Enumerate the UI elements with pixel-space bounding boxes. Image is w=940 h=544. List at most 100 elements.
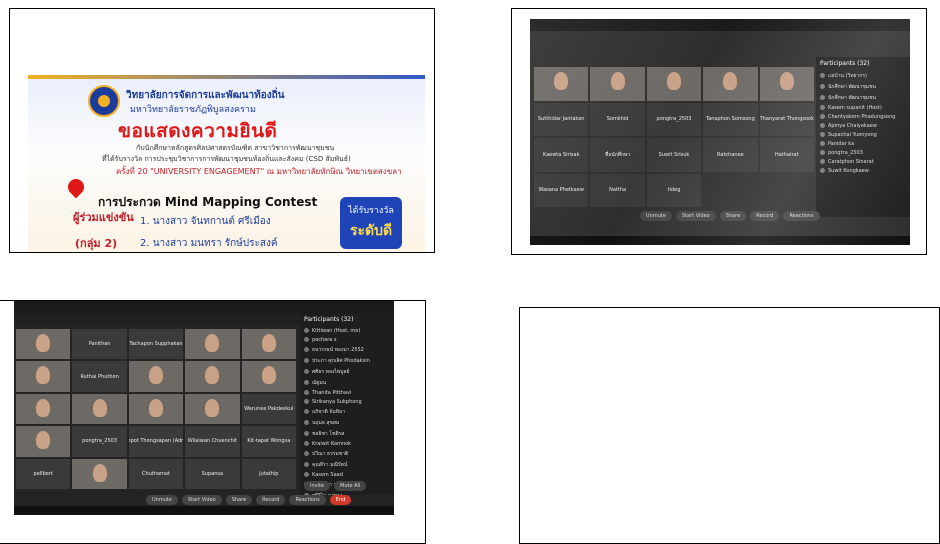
participant-name-tile[interactable]: tideg (646, 173, 702, 207)
invite-button[interactable]: Invite (304, 481, 331, 491)
participant-name-tile[interactable]: pellbert (16, 458, 71, 489)
share-button[interactable]: Share (225, 495, 253, 505)
participant-list-item[interactable]: Kasem supanit (Host) (816, 103, 910, 112)
participant-name-tile[interactable]: ชื่อนักศึกษา (590, 138, 645, 172)
participant-video-tile[interactable] (16, 329, 71, 360)
participant-list-item[interactable]: อภิชาติ จันทิมา (300, 406, 394, 417)
participant-list-item[interactable]: Thanita Pitthavi (300, 388, 394, 397)
participant-list-item[interactable]: ศศิธร ทองไพบูลย์ (300, 366, 394, 377)
participant-name-tile[interactable]: pongtra_2503 (72, 426, 127, 457)
participant-list-item[interactable]: Supachai Yuenyong (816, 130, 910, 139)
participant-name-tile[interactable]: Ratchanee (703, 138, 758, 172)
participant-video-tile[interactable] (128, 361, 184, 392)
participant-video-tile[interactable] (185, 361, 240, 392)
participant-name-tile[interactable]: Jutathip (241, 458, 296, 489)
participant-list-item[interactable]: นักศึกษา พัฒนาชุมชน (816, 92, 910, 103)
participant-video-tile[interactable] (703, 67, 758, 101)
participant-name: คุณธีรา มณีรัตน์ (312, 461, 348, 468)
participant-name: Supachai Yuenyong (828, 131, 877, 138)
participant-list-item[interactable]: Apinya Chaiyakaew (816, 121, 910, 130)
avatar (304, 462, 309, 467)
participant-list-item[interactable]: Sirikanya Sukphong (300, 397, 394, 406)
participant-list-item[interactable]: Kittiwan (Host, me) (300, 326, 394, 335)
avatar (304, 390, 309, 395)
record-button[interactable]: Record (256, 495, 286, 505)
participant-name-tile[interactable]: Sutthidar Jantakan (534, 102, 589, 136)
participant-name-tile[interactable]: Tanaphon Somsong (703, 102, 758, 136)
participant-list-item[interactable]: pachara s (300, 335, 394, 344)
participant-name-tile[interactable]: Chuthamat (128, 458, 184, 489)
record-button[interactable]: Record (750, 211, 780, 221)
avatar (820, 123, 825, 128)
participant-video-tile[interactable] (241, 361, 296, 392)
participant-list-item[interactable]: คุณธีรา มณีรัตน์ (300, 459, 394, 470)
share-button[interactable]: Share (719, 211, 747, 221)
participant-list-item[interactable]: แม่บ้าน (วิทยากร) (816, 70, 910, 81)
participant-name-tile[interactable]: Wilaiwan Chuenchit (185, 426, 240, 457)
participant-name-tile[interactable]: Sompot Thongsapan (Admin) (128, 426, 184, 457)
participant-name: แม่บ้าน (วิทยากร) (828, 72, 867, 79)
windows-taskbar (530, 236, 910, 245)
participant-list-item[interactable]: ชลธิชา โชติรส (300, 428, 394, 439)
participant-name-tile[interactable]: Warunee Pakdeekul (241, 393, 296, 425)
participant-video-tile[interactable] (590, 67, 645, 101)
start-video-button[interactable]: Start Video (181, 495, 222, 505)
participant-name-tile[interactable]: Tachapon Supphakan (128, 329, 184, 360)
participant-tile-name: ชื่อนักศึกษา (605, 151, 631, 158)
participant-list-item[interactable]: ณัฐมน (300, 377, 394, 388)
participant-video-tile[interactable] (72, 393, 127, 425)
unmute-button[interactable]: Unmute (146, 495, 178, 505)
participants-panel-top[interactable]: Participants (32) แม่บ้าน (วิทยากร) นักศึ… (816, 57, 910, 217)
participant-list-item[interactable]: Kasem Saad (300, 470, 394, 479)
participant-name-tile[interactable]: Somkhid (590, 102, 645, 136)
participant-list-item[interactable]: Kraiwit Kamnok (300, 439, 394, 448)
participant-video-tile[interactable] (185, 329, 240, 360)
start-video-button[interactable]: Start Video (675, 211, 716, 221)
participant-name-tile[interactable]: Hathairat (759, 138, 814, 172)
participant-tile-name: Sompot Thongsapan (Admin) (129, 438, 183, 445)
participant-list-item[interactable]: นฤมล สุขสม (300, 417, 394, 428)
participant-name-tile[interactable]: Suwit Srisuk (646, 138, 702, 172)
participant-list-item[interactable]: pongtra_2503 (816, 148, 910, 157)
participant-name-tile[interactable]: Supansa (185, 458, 240, 489)
participant-list-item[interactable]: ธนวรรธน์ ทองมา 2552 (300, 344, 394, 355)
unmute-button[interactable]: Unmute (640, 211, 672, 221)
participant-tile-name: Nattha (609, 187, 627, 194)
participant-name-tile[interactable]: Thanyarat Thongsook (759, 102, 814, 136)
participant-list-item[interactable]: Suwit Kongkaew (816, 166, 910, 175)
participant-video-tile[interactable] (128, 393, 184, 425)
participant-video-tile[interactable] (16, 393, 71, 425)
participant-name: Suwit Kongkaew (828, 167, 869, 174)
reactions-button[interactable]: Reactions (289, 495, 326, 505)
participant-list-item[interactable]: นักศึกษา พัฒนาชุมชน (816, 81, 910, 92)
participant-video-tile[interactable] (759, 67, 814, 101)
participant-video-tile[interactable] (16, 361, 71, 392)
participant-list-item[interactable]: ปวีณา ธรรมชาติ (300, 448, 394, 459)
participant-video-tile[interactable] (72, 458, 127, 489)
reactions-button[interactable]: Reactions (783, 211, 820, 221)
participant-video-tile[interactable] (241, 329, 296, 360)
mute-all-button[interactable]: Mute All (334, 481, 367, 491)
participant-name-tile[interactable]: Nattha (590, 173, 645, 207)
zoom-screen-top: Sutthidar Jantakan Somkhid pongtra_2503 Tan… (530, 19, 910, 245)
participant-name-tile[interactable]: Wasana Phetkaew (534, 173, 589, 207)
member-2: 2. นางสาว มนทรา รักษ์ประสงค์ (140, 238, 278, 249)
participant-list-item[interactable]: Caratphon Sinarat (816, 157, 910, 166)
participant-video-tile[interactable] (16, 426, 71, 457)
participant-list-item[interactable]: Panidar ka (816, 139, 910, 148)
participant-video-tile[interactable] (646, 67, 702, 101)
participant-name-tile[interactable]: Ruthai Phuthon (72, 361, 127, 392)
participant-video-tile[interactable] (185, 393, 240, 425)
participants-panel-bottom[interactable]: Participants (32) Kittiwan (Host, me) pac… (300, 313, 394, 495)
participant-name-tile[interactable]: Kit-tapat Wongsa (241, 426, 296, 457)
participant-name-tile[interactable]: Panithan (72, 329, 127, 360)
participant-name-tile[interactable]: pongtra_2503 (646, 102, 702, 136)
participant-video-tile[interactable] (534, 67, 589, 101)
participant-name-tile[interactable]: Kaewta Sirisak (534, 138, 589, 172)
participant-tile-name: Wilaiwan Chuenchit (187, 438, 238, 445)
participant-list-item[interactable]: ประภา ศุภเลิศ Phodaksin (300, 355, 394, 366)
end-button[interactable]: End (329, 495, 352, 505)
participant-list-item[interactable]: Chantyakorn Phadungsong (816, 112, 910, 121)
avatar (304, 399, 309, 404)
participant-name: ณัฐมน (312, 379, 327, 386)
